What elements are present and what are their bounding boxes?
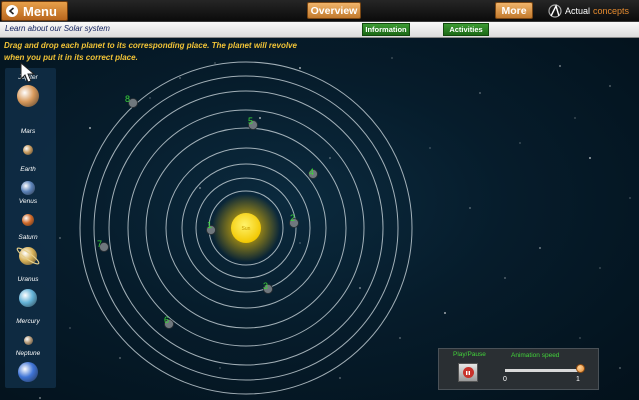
slot-number-label: 8 bbox=[125, 94, 130, 104]
star bbox=[391, 57, 393, 59]
slot-number-label: 6 bbox=[164, 315, 169, 325]
star bbox=[179, 77, 181, 79]
planet-name: Mars bbox=[20, 128, 36, 135]
planet-item-neptune[interactable]: Neptune bbox=[5, 350, 56, 388]
planet-name: Neptune bbox=[15, 350, 41, 357]
activities-button[interactable]: Activities bbox=[443, 23, 489, 36]
star bbox=[359, 287, 361, 289]
menu-label: Menu bbox=[23, 3, 57, 19]
planet-uranus-icon[interactable] bbox=[19, 289, 37, 307]
slider-max-label: 1 bbox=[576, 376, 580, 383]
star bbox=[199, 187, 201, 189]
planet-item-uranus[interactable]: Uranus bbox=[5, 276, 56, 314]
play-pause-button[interactable] bbox=[458, 363, 478, 382]
star bbox=[329, 157, 331, 159]
star bbox=[629, 197, 631, 199]
brand-name: Actual bbox=[565, 6, 591, 16]
star bbox=[619, 367, 621, 369]
top-bar: Menu Overview More Actual concepts bbox=[0, 0, 639, 22]
star bbox=[579, 337, 581, 339]
star bbox=[539, 247, 541, 249]
page-subtitle: Learn about our Solar system bbox=[5, 24, 110, 33]
brand-name-accent: concepts bbox=[593, 6, 630, 16]
star bbox=[89, 127, 91, 129]
brand-logo: Actual concepts bbox=[548, 2, 629, 20]
slot-number-label: 5 bbox=[248, 116, 253, 126]
star bbox=[589, 157, 591, 159]
star bbox=[479, 92, 481, 94]
slot-number-label: 2 bbox=[290, 213, 295, 223]
planet-name: Mercury bbox=[16, 318, 40, 325]
star bbox=[219, 367, 221, 369]
playpause-label: Play/Pause bbox=[453, 351, 486, 358]
slot-number-label: 7 bbox=[97, 239, 102, 249]
star bbox=[59, 237, 61, 239]
star bbox=[149, 97, 151, 99]
animation-speed-label: Animation speed bbox=[511, 352, 560, 359]
sun-label: Sun bbox=[242, 226, 251, 232]
planet-palette: JupiterMarsEarthVenusSaturnUranusMercury… bbox=[5, 68, 56, 388]
planet-neptune-icon[interactable] bbox=[18, 362, 38, 382]
menu-button[interactable]: Menu bbox=[1, 1, 68, 21]
animation-control-panel: Play/Pause Animation speed 0 1 bbox=[438, 348, 599, 390]
star bbox=[609, 85, 611, 87]
planet-name: Earth bbox=[20, 166, 36, 173]
star bbox=[39, 397, 41, 399]
slot-number-label: 1 bbox=[207, 220, 212, 230]
slider-handle[interactable] bbox=[575, 364, 585, 373]
planet-jupiter-icon[interactable] bbox=[17, 85, 39, 107]
instructions-text: Drag and drop each planet to its corresp… bbox=[4, 41, 297, 62]
more-button[interactable]: More bbox=[495, 2, 533, 19]
slot-number-label: 3 bbox=[263, 281, 268, 291]
planet-mercury-icon[interactable] bbox=[23, 335, 33, 345]
planet-item-mars[interactable]: Mars bbox=[5, 128, 56, 166]
star bbox=[519, 142, 521, 144]
slider-min-label: 0 bbox=[503, 376, 507, 383]
pause-icon bbox=[462, 367, 474, 378]
star bbox=[559, 65, 561, 67]
star bbox=[299, 242, 301, 244]
star bbox=[339, 377, 341, 379]
solar-system-canvas: Sun 1 2 3 4 5 6 7 8 bbox=[39, 57, 631, 399]
sub-header: Learn about our Solar system Information… bbox=[0, 22, 639, 38]
star bbox=[444, 312, 446, 314]
saturn-ring-icon bbox=[16, 247, 40, 265]
star bbox=[429, 147, 431, 149]
star bbox=[399, 337, 401, 339]
star bbox=[504, 277, 506, 279]
star bbox=[69, 327, 71, 329]
overview-button[interactable]: Overview bbox=[307, 2, 361, 19]
slot-number-label: 4 bbox=[309, 167, 314, 177]
planet-item-saturn[interactable]: Saturn bbox=[5, 234, 56, 272]
star bbox=[259, 117, 261, 119]
animation-speed-slider[interactable] bbox=[505, 369, 580, 372]
planet-item-venus[interactable]: Venus bbox=[5, 198, 56, 236]
star bbox=[119, 357, 121, 359]
planet-name: Uranus bbox=[17, 276, 39, 283]
star bbox=[599, 267, 601, 269]
solar-system-stage: Sun 1 2 3 4 5 6 7 8 Drag and drop each planet t… bbox=[0, 38, 639, 400]
planet-name: Saturn bbox=[18, 234, 38, 241]
planet-mars-icon[interactable] bbox=[23, 145, 33, 155]
planet-venus-icon[interactable] bbox=[22, 214, 34, 226]
planet-name: Venus bbox=[18, 198, 38, 205]
back-arrow-icon bbox=[6, 5, 18, 17]
star bbox=[299, 67, 301, 69]
star bbox=[574, 117, 576, 119]
planet-earth-icon[interactable] bbox=[21, 181, 35, 195]
star bbox=[469, 207, 471, 209]
information-button[interactable]: Information bbox=[362, 23, 410, 36]
brand-mark-icon bbox=[548, 4, 562, 18]
mouse-cursor-icon bbox=[20, 62, 36, 83]
